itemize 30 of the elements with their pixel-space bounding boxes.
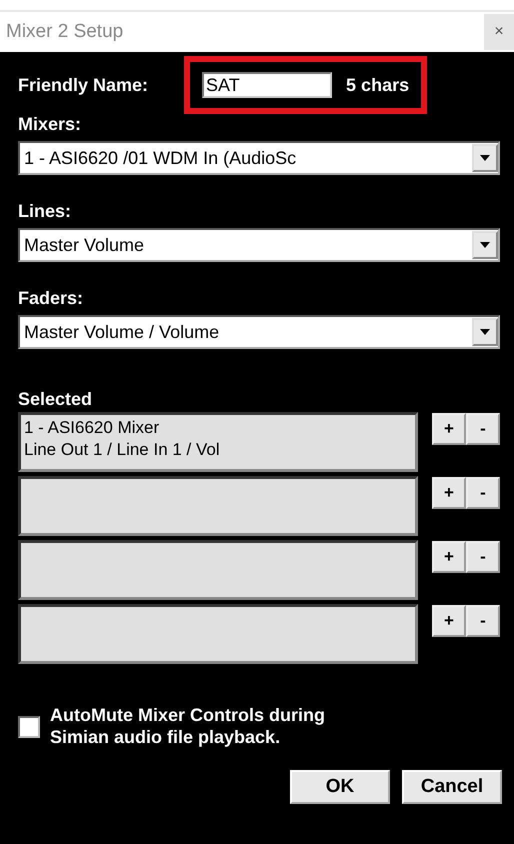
slot-text: Line Out 1 / Line In 1 / Vol <box>24 439 221 461</box>
char-count: 5 chars <box>346 74 410 96</box>
dropdown[interactable]: 1 - ASI6620 /01 WDM In (AudioSc <box>18 141 500 175</box>
add-button[interactable]: + <box>432 541 466 573</box>
automute-label: AutoMute Mixer Controls during Simian audio file playback. <box>50 704 326 748</box>
add-button[interactable]: + <box>432 477 466 509</box>
automute-checkbox[interactable] <box>18 716 40 738</box>
slot-text: 1 - ASI6620 Mixer <box>24 417 160 439</box>
remove-button[interactable]: - <box>466 477 500 509</box>
dialog-button[interactable]: Cancel <box>402 770 502 804</box>
dialog-button[interactable]: OK <box>290 770 390 804</box>
dropdown-label: Mixers: <box>18 114 82 135</box>
selected-slot[interactable] <box>18 476 418 536</box>
dropdown[interactable]: Master Volume <box>18 228 500 262</box>
close-button[interactable]: × <box>484 14 514 50</box>
friendly-name-label: Friendly Name: <box>18 74 148 96</box>
window-title: Mixer 2 Setup <box>6 21 124 43</box>
dropdown-label: Lines: <box>18 201 72 222</box>
selected-slot[interactable] <box>18 540 418 600</box>
add-button[interactable]: + <box>432 605 466 637</box>
remove-button[interactable]: - <box>466 541 500 573</box>
dropdown-label: Faders: <box>18 288 84 309</box>
remove-button[interactable]: - <box>466 605 500 637</box>
selected-slot[interactable] <box>18 604 418 664</box>
remove-button[interactable]: - <box>466 413 500 445</box>
friendly-name-field[interactable]: SAT <box>202 72 332 98</box>
selected-slot[interactable]: 1 - ASI6620 Mixer Line Out 1 / Line In 1 / Vol <box>18 412 418 472</box>
add-button[interactable]: + <box>432 413 466 445</box>
dropdown[interactable]: Master Volume / Volume <box>18 315 500 349</box>
selected-label: Selected <box>18 389 94 410</box>
